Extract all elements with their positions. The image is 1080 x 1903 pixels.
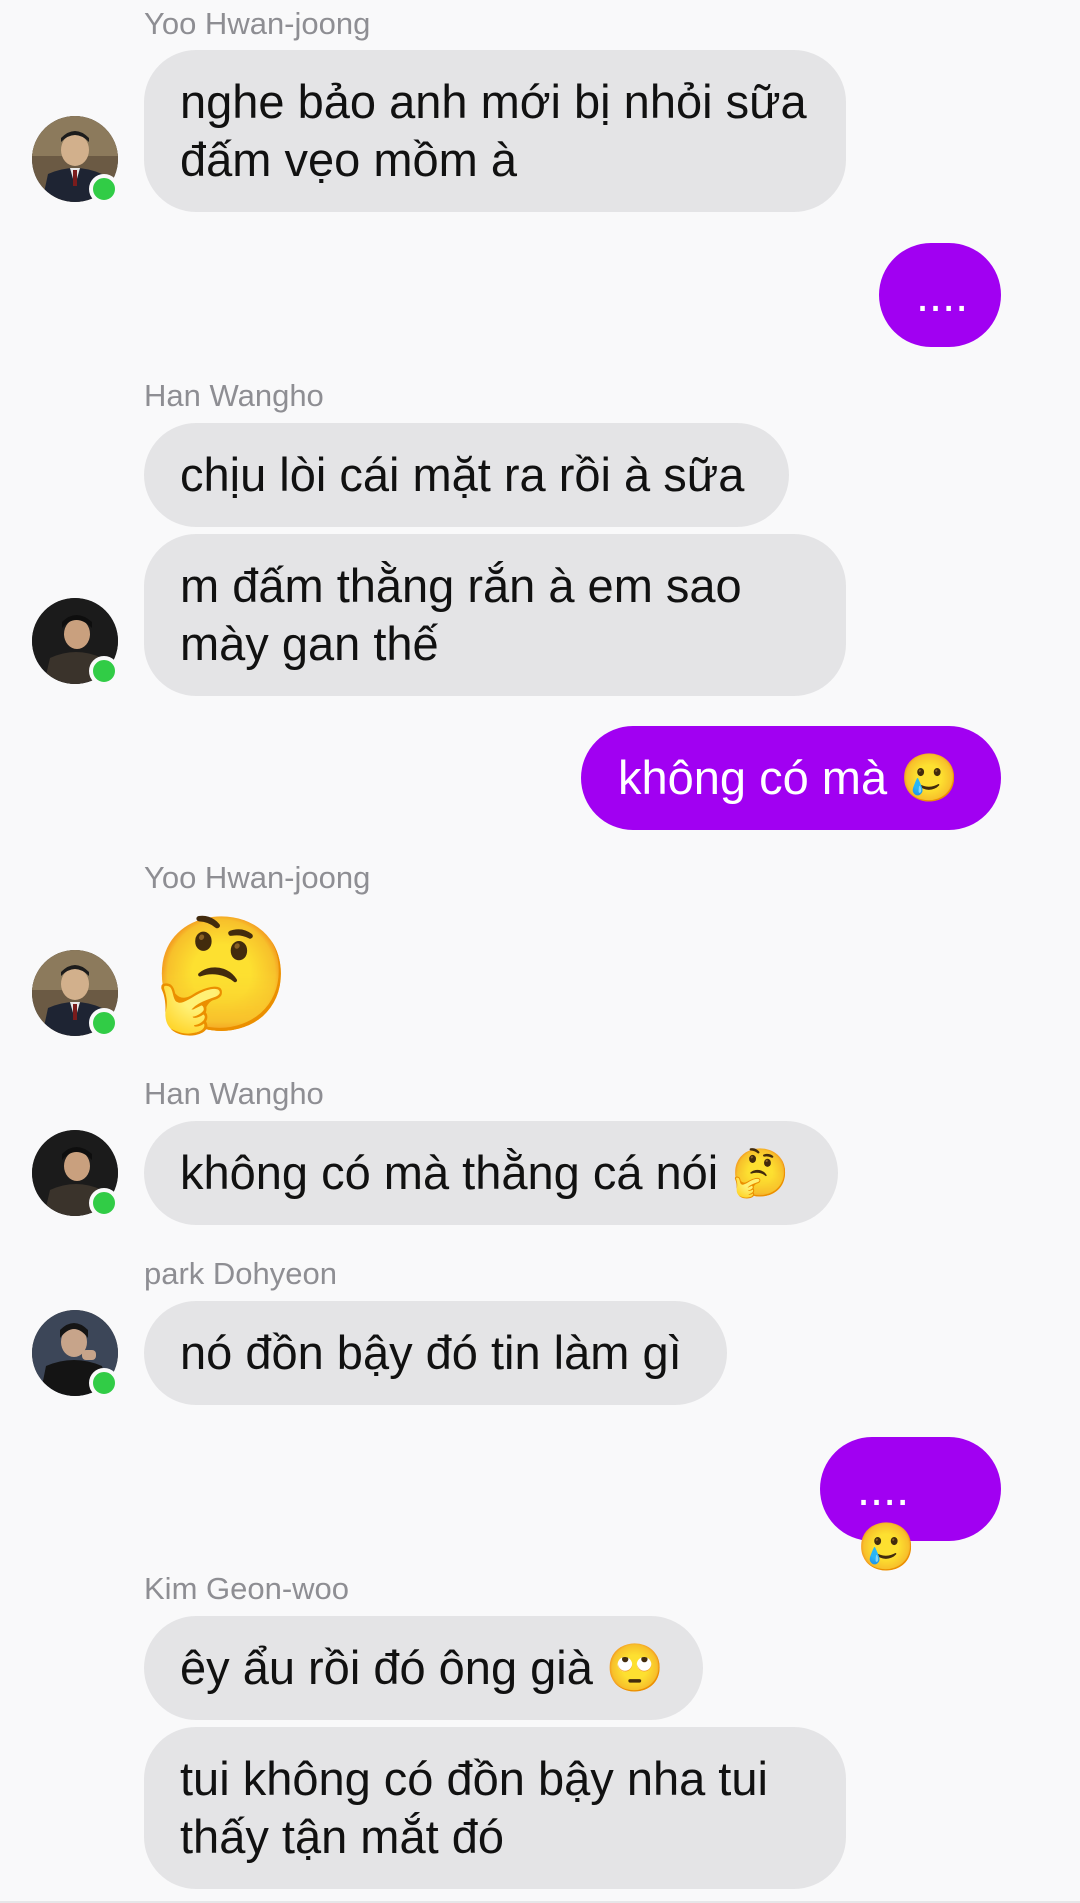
incoming-message-bubble[interactable]: nó đồn bậy đó tin làm gì	[144, 1301, 727, 1405]
outgoing-message-bubble[interactable]: ....🥲	[820, 1437, 1001, 1573]
avatar[interactable]	[32, 116, 119, 204]
online-status-indicator	[89, 1008, 119, 1038]
sender-name: Yoo Hwan-joong	[144, 6, 371, 41]
online-status-indicator	[89, 1188, 119, 1218]
avatar[interactable]	[32, 1310, 119, 1398]
avatar[interactable]	[32, 598, 119, 686]
sender-name: Han Wangho	[144, 1076, 324, 1111]
sender-name: Yoo Hwan-joong	[144, 860, 371, 895]
incoming-message-bubble[interactable]: chịu lòi cái mặt ra rồi à sữa	[144, 423, 789, 527]
avatar[interactable]	[32, 1130, 119, 1218]
sender-name: Kim Geon-woo	[144, 1571, 350, 1606]
online-status-indicator	[89, 174, 119, 204]
incoming-message-bubble[interactable]: tui không có đồn bậy nha tui thấy tận mắ…	[144, 1727, 846, 1889]
emoji-message[interactable]: 🤔	[152, 910, 291, 1040]
online-status-indicator	[89, 656, 119, 686]
sender-name: park Dohyeon	[144, 1256, 338, 1291]
outgoing-message-bubble[interactable]: không có mà 🥲	[581, 726, 1001, 830]
sender-name: Han Wangho	[144, 378, 324, 413]
incoming-message-bubble[interactable]: nghe bảo anh mới bị nhỏi sữa đấm vẹo mồm…	[144, 50, 846, 212]
incoming-message-bubble[interactable]: êy ẩu rồi đó ông già 🙄	[144, 1616, 703, 1720]
outgoing-message-bubble[interactable]: ....	[879, 243, 1001, 347]
incoming-message-bubble[interactable]: m đấm thằng rắn à em sao mày gan thế	[144, 534, 846, 696]
avatar[interactable]	[32, 950, 119, 1038]
incoming-message-bubble[interactable]: không có mà thằng cá nói 🤔	[144, 1121, 838, 1225]
online-status-indicator	[89, 1368, 119, 1398]
